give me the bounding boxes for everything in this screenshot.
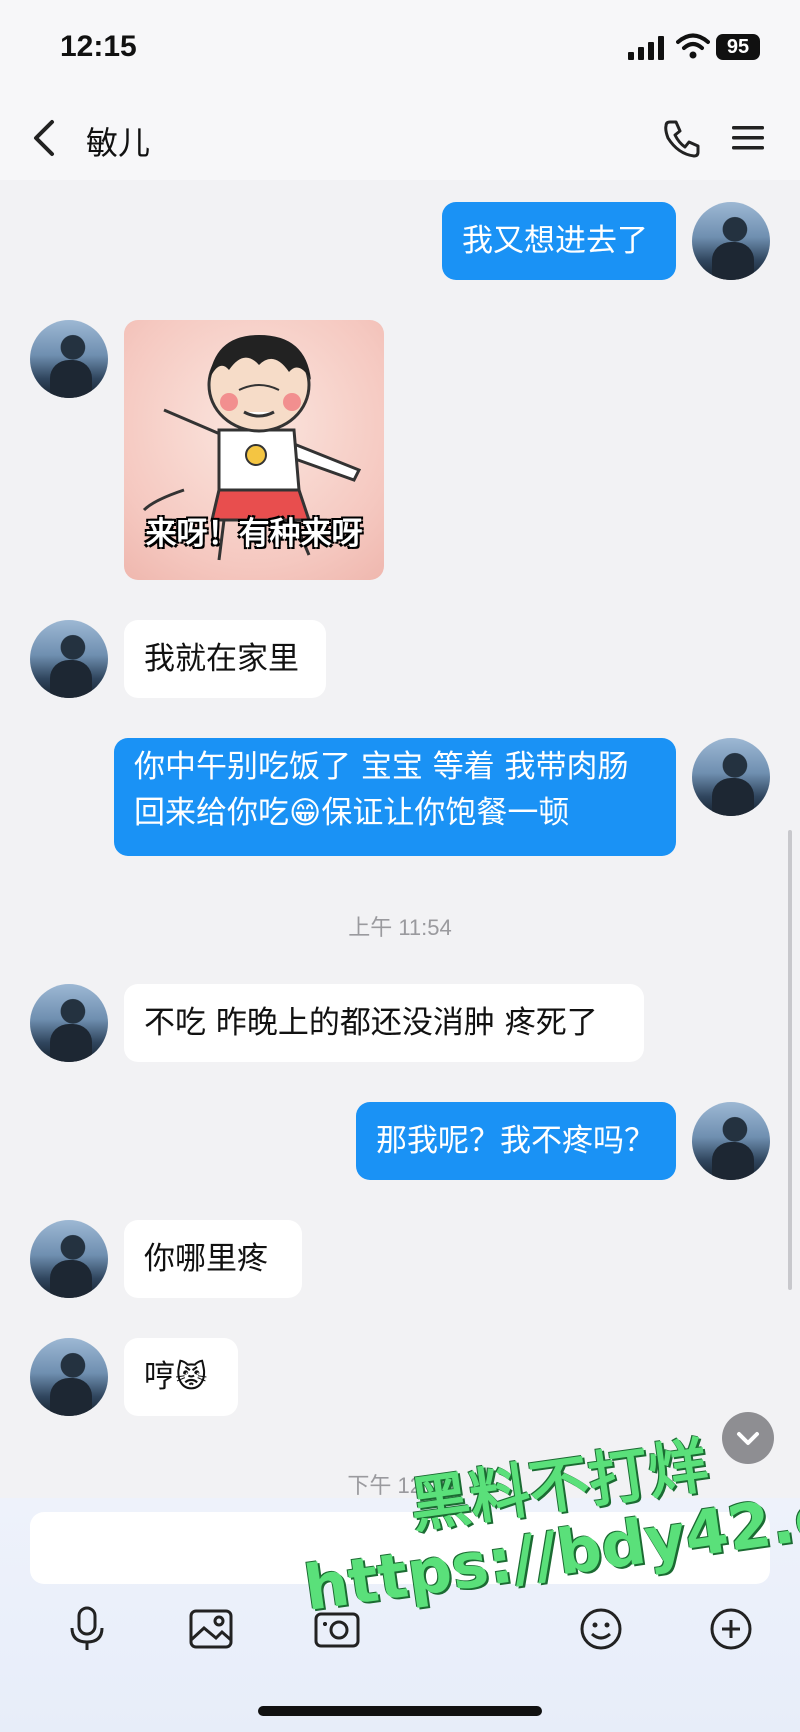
contact-avatar[interactable] [30,984,108,1062]
incoming-message[interactable]: 哼😾 [124,1338,238,1416]
my-avatar[interactable] [692,202,770,280]
back-arrow-icon[interactable] [26,118,66,158]
emoji-icon[interactable] [576,1604,626,1654]
message-line: 你中午别吃饭了 宝宝 等着 我带肉肠 [134,749,629,785]
phone-call-icon[interactable] [660,116,704,160]
my-avatar[interactable] [692,738,770,816]
contact-avatar[interactable] [30,620,108,698]
sticker-image[interactable]: 来呀！有种来呀 [124,320,384,580]
menu-icon[interactable] [728,118,768,158]
status-time: 12:15 [60,30,137,63]
my-avatar[interactable] [692,1102,770,1180]
status-bar: 12:15 95 [0,0,800,96]
chat-header: 敏儿 [0,96,800,180]
sticker-caption: 来呀！有种来呀 [145,516,363,552]
contact-name[interactable]: 敏儿 [86,118,150,164]
contact-avatar[interactable] [30,1338,108,1416]
outgoing-message[interactable]: 你中午别吃饭了 宝宝 等着 我带肉肠 回来给你吃😁保证让你饱餐一顿 [114,738,676,856]
microphone-icon[interactable] [62,1604,112,1654]
message-timestamp: 上午 11:54 [348,915,452,940]
contact-avatar[interactable] [30,320,108,398]
cellular-signal-icon [628,36,664,60]
incoming-message[interactable]: 我就在家里 [124,620,326,698]
message-list[interactable]: 我又想进去了 来呀！有种来呀 我就在家里 你中午别吃饭了 宝宝 等着 我带肉肠 … [0,180,800,1498]
home-indicator[interactable] [258,1706,542,1716]
scroll-to-bottom-button[interactable] [722,1412,774,1464]
more-icon[interactable] [706,1604,756,1654]
incoming-message[interactable]: 你哪里疼 [124,1220,302,1298]
incoming-message[interactable]: 不吃 昨晚上的都还没消肿 疼死了 [124,984,644,1062]
outgoing-message[interactable]: 那我呢？我不疼吗？ [356,1102,676,1180]
scrollbar[interactable] [788,830,792,1290]
chevron-down-icon [737,1432,759,1445]
message-line: 回来给你吃😁保证让你饱餐一顿 [134,795,570,831]
outgoing-message[interactable]: 我又想进去了 [442,202,676,280]
contact-avatar[interactable] [30,1220,108,1298]
battery-level: 95 [716,34,760,60]
image-icon[interactable] [186,1604,236,1654]
wifi-icon [676,33,710,59]
